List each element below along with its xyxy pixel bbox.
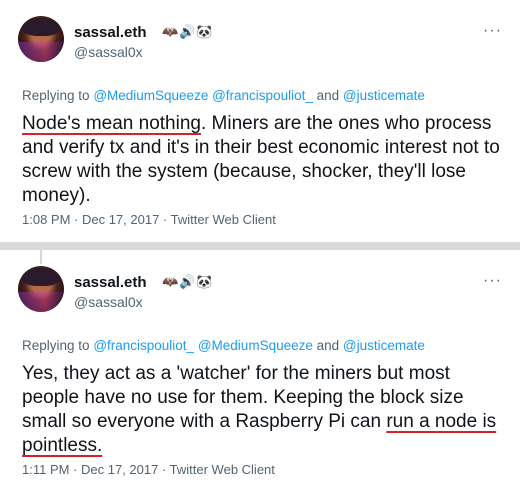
- name-emoji-icons: 🦇🔊🐼: [162, 24, 214, 39]
- more-options-icon[interactable]: ···: [483, 272, 502, 290]
- thread-line: [40, 250, 42, 264]
- divider: [0, 242, 520, 250]
- mention-link[interactable]: @francispouliot_: [212, 88, 313, 103]
- replying-to-label: Replying to: [22, 88, 90, 103]
- mention-link[interactable]: @francispouliot_: [93, 338, 194, 353]
- avatar[interactable]: [18, 266, 64, 312]
- mention-link[interactable]: @justicemate: [343, 338, 425, 353]
- underlined-text: Node's mean nothing: [22, 113, 201, 134]
- user-handle[interactable]: @sassal0x: [74, 294, 143, 310]
- tweet-card[interactable]: sassal.eth 🦇🔊🐼 @sassal0x ··· Replying to…: [0, 250, 520, 494]
- mention-link[interactable]: @MediumSqueeze: [198, 338, 313, 353]
- display-name[interactable]: sassal.eth: [74, 274, 147, 291]
- display-name[interactable]: sassal.eth: [74, 24, 147, 41]
- mention-link[interactable]: @MediumSqueeze: [93, 88, 208, 103]
- avatar[interactable]: [18, 16, 64, 62]
- replying-to: Replying to @francispouliot_ @MediumSque…: [22, 338, 425, 353]
- and-label: and: [316, 338, 340, 353]
- tweet-timestamp[interactable]: 1:08 PM · Dec 17, 2017 · Twitter Web Cli…: [22, 212, 276, 227]
- replying-to-label: Replying to: [22, 338, 90, 353]
- user-handle[interactable]: @sassal0x: [74, 44, 143, 60]
- more-options-icon[interactable]: ···: [483, 22, 502, 40]
- name-emoji-icons: 🦇🔊🐼: [162, 274, 214, 289]
- and-label: and: [316, 88, 340, 103]
- tweet-card[interactable]: sassal.eth 🦇🔊🐼 @sassal0x ··· Replying to…: [0, 0, 520, 242]
- tweet-timestamp[interactable]: 1:11 PM · Dec 17, 2017 · Twitter Web Cli…: [22, 462, 275, 477]
- tweet-text: Yes, they act as a 'watcher' for the min…: [22, 362, 506, 458]
- mention-link[interactable]: @justicemate: [343, 88, 425, 103]
- replying-to: Replying to @MediumSqueeze @francispouli…: [22, 88, 425, 103]
- tweet-text: Node's mean nothing. Miners are the ones…: [22, 112, 506, 208]
